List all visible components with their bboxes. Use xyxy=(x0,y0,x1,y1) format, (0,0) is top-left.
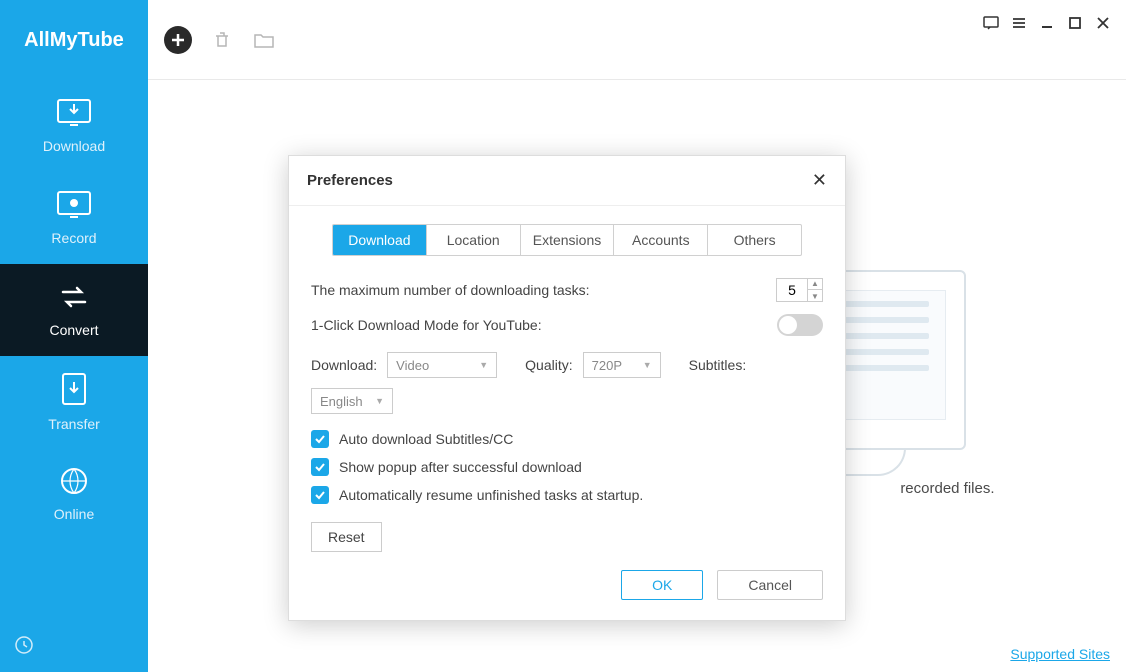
max-tasks-input[interactable] xyxy=(777,282,807,298)
ok-button[interactable]: OK xyxy=(621,570,703,600)
quality-select[interactable]: 720P▼ xyxy=(583,352,661,378)
download-icon xyxy=(56,98,92,128)
sidebar-item-record[interactable]: Record xyxy=(0,172,148,264)
preferences-tabs: Download Location Extensions Accounts Ot… xyxy=(332,224,802,256)
sidebar-item-label: Convert xyxy=(49,322,98,338)
online-icon xyxy=(59,466,89,496)
chevron-down-icon: ▼ xyxy=(643,360,652,370)
max-tasks-label: The maximum number of downloading tasks: xyxy=(311,282,590,298)
tab-download[interactable]: Download xyxy=(333,225,427,255)
max-tasks-stepper[interactable]: ▲ ▼ xyxy=(776,278,823,302)
cancel-button[interactable]: Cancel xyxy=(717,570,823,600)
quality-label: Quality: xyxy=(525,357,572,373)
sidebar-item-label: Record xyxy=(51,230,96,246)
oneclick-toggle[interactable] xyxy=(777,314,823,336)
topbar xyxy=(148,0,1126,80)
show-popup-checkbox[interactable] xyxy=(311,458,329,476)
delete-icon[interactable] xyxy=(210,28,234,52)
chevron-down-icon: ▼ xyxy=(375,396,384,406)
tab-extensions[interactable]: Extensions xyxy=(521,225,615,255)
sidebar-item-label: Transfer xyxy=(48,416,100,432)
sidebar-item-label: Download xyxy=(43,138,105,154)
reset-button[interactable]: Reset xyxy=(311,522,382,552)
oneclick-label: 1-Click Download Mode for YouTube: xyxy=(311,317,542,333)
supported-sites-link[interactable]: Supported Sites xyxy=(1010,646,1110,662)
window-controls xyxy=(982,14,1112,32)
menu-icon[interactable] xyxy=(1010,14,1028,32)
convert-icon xyxy=(57,282,91,312)
close-icon[interactable] xyxy=(1094,14,1112,32)
schedule-icon[interactable] xyxy=(14,635,34,660)
minimize-icon[interactable] xyxy=(1038,14,1056,32)
record-icon xyxy=(56,190,92,220)
tab-others[interactable]: Others xyxy=(708,225,801,255)
auto-resume-checkbox[interactable] xyxy=(311,486,329,504)
folder-icon[interactable] xyxy=(252,28,276,52)
sidebar-item-download[interactable]: Download xyxy=(0,80,148,172)
auto-subtitles-checkbox[interactable] xyxy=(311,430,329,448)
preferences-dialog: Preferences ✕ Download Location Extensio… xyxy=(288,155,846,621)
sidebar-item-convert[interactable]: Convert xyxy=(0,264,148,356)
download-mode-select[interactable]: Video▼ xyxy=(387,352,497,378)
transfer-icon xyxy=(60,372,88,406)
dialog-title: Preferences xyxy=(307,172,393,189)
add-button[interactable] xyxy=(164,26,192,54)
checkbox-label: Show popup after successful download xyxy=(339,459,582,475)
checkbox-label: Automatically resume unfinished tasks at… xyxy=(339,487,643,503)
download-mode-label: Download: xyxy=(311,357,377,373)
checkbox-label: Auto download Subtitles/CC xyxy=(339,431,513,447)
subtitles-select[interactable]: English▼ xyxy=(311,388,393,414)
sidebar: AllMyTube Download Record Convert Transf… xyxy=(0,0,148,672)
tab-accounts[interactable]: Accounts xyxy=(614,225,708,255)
stepper-up-icon[interactable]: ▲ xyxy=(808,278,822,290)
maximize-icon[interactable] xyxy=(1066,14,1084,32)
subtitles-label: Subtitles: xyxy=(689,357,747,373)
sidebar-item-transfer[interactable]: Transfer xyxy=(0,356,148,448)
stepper-down-icon[interactable]: ▼ xyxy=(808,290,822,302)
dialog-close-icon[interactable]: ✕ xyxy=(812,170,827,191)
tab-location[interactable]: Location xyxy=(427,225,521,255)
feedback-icon[interactable] xyxy=(982,14,1000,32)
chevron-down-icon: ▼ xyxy=(479,360,488,370)
sidebar-item-label: Online xyxy=(54,506,94,522)
sidebar-item-online[interactable]: Online xyxy=(0,448,148,540)
app-title: AllMyTube xyxy=(0,0,148,80)
